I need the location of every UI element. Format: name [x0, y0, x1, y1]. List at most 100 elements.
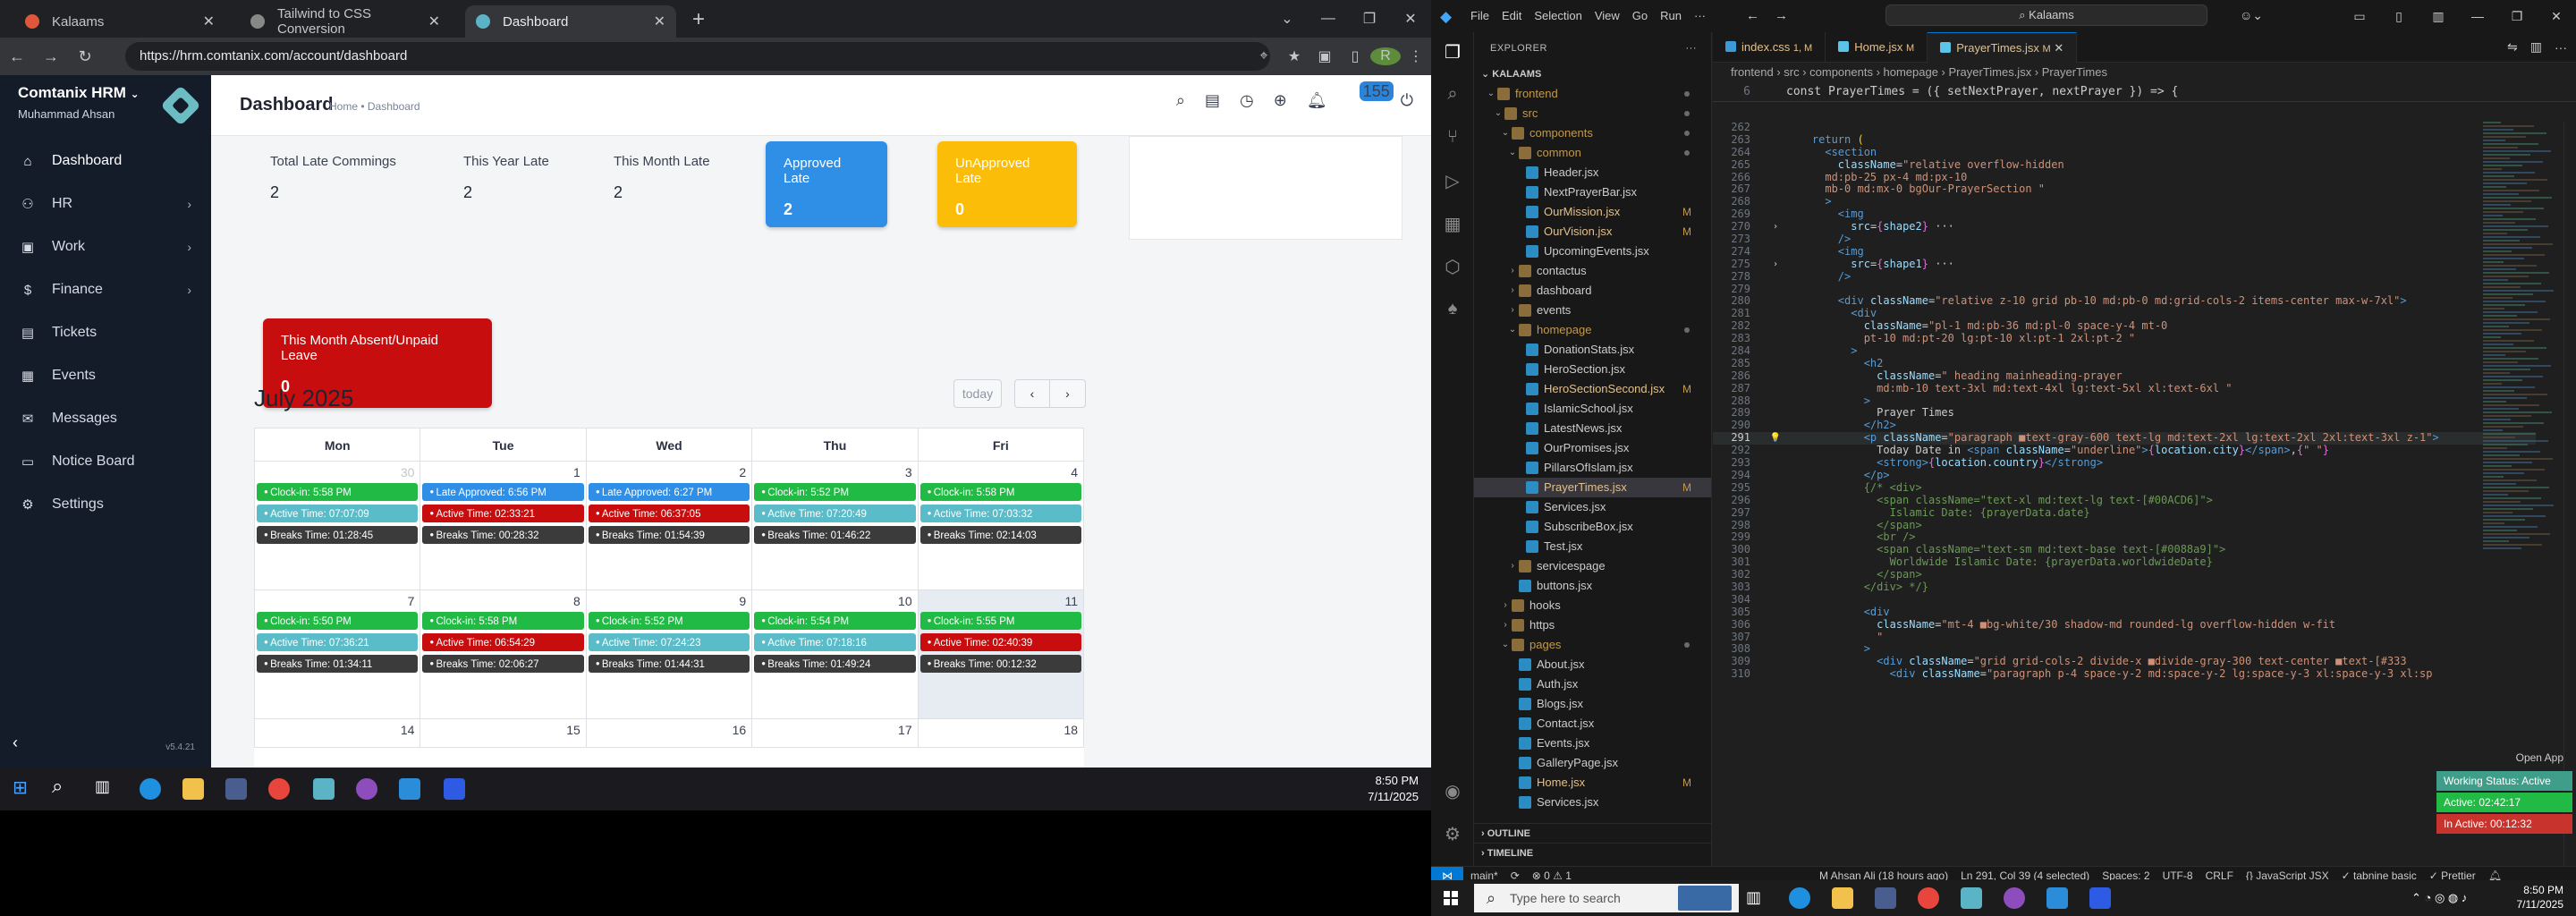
unapproved-late-card[interactable]: UnApproved Late 0 — [937, 141, 1077, 227]
open-app-link[interactable]: Open App — [2516, 751, 2563, 764]
code-line[interactable]: 269 <img — [1713, 208, 2536, 221]
close-window-icon[interactable]: ✕ — [1390, 10, 1431, 28]
sidebar-item-dashboard[interactable]: ⌂ Dashboard — [0, 140, 211, 182]
calendar-day-cell[interactable]: 4Clock-in: 5:58 PM Active Time: 07:03:32 B… — [919, 462, 1085, 589]
calendar-event[interactable]: Clock-in: 5:52 PM — [588, 612, 750, 630]
calendar-event[interactable]: Clock-in: 5:58 PM — [257, 483, 419, 501]
close-window-icon[interactable]: ✕ — [2537, 9, 2576, 24]
calendar-day-cell[interactable]: 30Clock-in: 5:58 PM Active Time: 07:07:09… — [255, 462, 421, 589]
restore-icon[interactable]: ❐ — [1349, 10, 1390, 28]
store-icon[interactable] — [1875, 887, 1896, 909]
collapse-sidebar-icon[interactable]: ‹ — [13, 734, 18, 752]
editor-tab-index-css[interactable]: index.css 1, M — [1713, 32, 1826, 63]
notification-bell-icon[interactable]: 🔔︎ 155 — [1307, 81, 1394, 110]
code-line[interactable]: 267 mb-0 md:mx-0 bgOur-PrayerSection " — [1713, 183, 2536, 196]
profile-avatar[interactable]: R — [1370, 47, 1401, 65]
sidebar-item-messages[interactable]: ✉ Messages — [0, 397, 211, 440]
timeline-section[interactable]: › TIMELINE — [1474, 843, 1712, 862]
copilot-icon[interactable]: ☺⌄ — [2240, 8, 2263, 23]
fold-chevron-icon[interactable]: › — [1765, 259, 1786, 271]
calendar-event[interactable]: Late Approved: 6:27 PM — [588, 483, 750, 501]
code-line[interactable]: 286 className=" heading mainheading-pray… — [1713, 369, 2536, 383]
code-line[interactable]: 294 </p> — [1713, 469, 2536, 482]
day-number[interactable]: 1 — [422, 465, 583, 483]
settings-gear-icon[interactable]: ⚙ — [1442, 823, 1463, 844]
day-number[interactable]: 11 — [920, 594, 1081, 612]
calendar-event[interactable]: Active Time: 02:40:39 — [919, 633, 1082, 651]
extension-icon[interactable]: ▣ — [1309, 47, 1340, 65]
code-line[interactable]: 275 › src={shape1} ··· — [1713, 258, 2536, 271]
menu-edit[interactable]: Edit — [1502, 9, 1521, 22]
search-icon[interactable]: ⌕ — [1176, 91, 1185, 110]
folder-item[interactable]: ⌄ src — [1474, 104, 1711, 123]
edge-icon[interactable] — [140, 778, 161, 800]
close-icon[interactable]: ✕ — [428, 13, 440, 30]
taskbar-clock[interactable]: 8:50 PM 7/11/2025 — [1368, 773, 1419, 805]
code-line[interactable]: 308 > — [1713, 642, 2536, 656]
sidebar-item-work[interactable]: ▣ Work › — [0, 225, 211, 268]
task-view-icon[interactable]: ▥ — [95, 777, 116, 799]
calendar-event[interactable]: Clock-in: 5:54 PM — [754, 612, 916, 630]
layout-icon[interactable]: ▥ — [2419, 9, 2458, 24]
calendar-event[interactable]: Breaks Time: 01:46:22 — [754, 526, 916, 544]
account-icon[interactable]: ◉ — [1442, 780, 1463, 802]
calendar-event[interactable]: Active Time: 07:07:09 — [257, 505, 419, 522]
sidebar-item-hr[interactable]: ⚇ HR › — [0, 182, 211, 225]
calendar-day-cell[interactable]: 15 — [420, 719, 587, 747]
calendar-event[interactable]: Active Time: 07:20:49 — [754, 505, 916, 522]
code-line[interactable]: 295 {/* <div> — [1713, 481, 2536, 495]
calendar-event[interactable]: Late Approved: 6:56 PM — [422, 483, 584, 501]
reload-icon[interactable]: ↻ — [68, 47, 102, 66]
search-icon[interactable]: ⌕ — [52, 775, 73, 797]
editor-tab-home-jsx[interactable]: Home.jsx M — [1826, 32, 1928, 63]
code-line[interactable]: 273 /> — [1713, 233, 2536, 246]
bookmark-star-icon[interactable]: ★ — [1279, 47, 1309, 65]
folder-item[interactable]: ⌄ frontend — [1474, 84, 1711, 104]
day-number[interactable]: 3 — [754, 465, 915, 483]
sidebar-item-events[interactable]: ▦ Events — [0, 354, 211, 397]
file-item[interactable]: PrayerTimes.jsx M — [1474, 478, 1711, 497]
code-line[interactable]: 291 💡 <p className="paragraph ■text-gray-… — [1713, 431, 2536, 445]
file-item[interactable]: Header.jsx — [1474, 163, 1711, 182]
calendar-event[interactable]: Active Time: 07:36:21 — [257, 633, 419, 651]
calendar-event[interactable]: Breaks Time: 01:54:39 — [588, 526, 750, 544]
calendar-day-cell[interactable]: 10Clock-in: 5:54 PM Active Time: 07:18:16… — [752, 590, 919, 718]
mongodb-icon[interactable]: ♠ — [1442, 299, 1463, 320]
code-line[interactable]: 279 — [1713, 283, 2536, 296]
vertical-scrollbar[interactable] — [2563, 122, 2576, 866]
location-icon[interactable]: ⌖ — [1249, 48, 1279, 64]
new-tab-icon[interactable]: + — [692, 7, 705, 32]
code-line[interactable]: 282 className="pl-1 md:pb-36 md:pl-0 spa… — [1713, 319, 2536, 333]
code-line[interactable]: 268 > — [1713, 195, 2536, 208]
code-line[interactable]: 303 </div> */} — [1713, 581, 2536, 594]
file-item[interactable]: NextPrayerBar.jsx — [1474, 182, 1711, 202]
code-line[interactable]: 278 /> — [1713, 270, 2536, 284]
day-number[interactable]: 14 — [257, 723, 418, 741]
close-icon[interactable]: ✕ — [203, 13, 215, 30]
calendar-day-cell[interactable]: 11Clock-in: 5:55 PM Active Time: 02:40:39… — [918, 590, 1085, 718]
code-line[interactable]: 290 </h2> — [1713, 419, 2536, 432]
day-number[interactable]: 17 — [754, 723, 915, 741]
file-item[interactable]: DonationStats.jsx — [1474, 340, 1711, 360]
file-item[interactable]: Events.jsx — [1474, 734, 1711, 753]
code-line[interactable]: 298 </span> — [1713, 519, 2536, 532]
code-line[interactable]: 296 <span className="text-xl md:text-lg … — [1713, 494, 2536, 507]
calendar-event[interactable]: Breaks Time: 01:34:11 — [257, 655, 419, 673]
day-number[interactable]: 9 — [589, 594, 750, 612]
code-line[interactable]: 297 Islamic Date: {prayerData.date} — [1713, 506, 2536, 520]
sticky-notes-icon[interactable]: ▤ — [1205, 91, 1220, 110]
calendar-event[interactable]: Active Time: 07:18:16 — [754, 633, 916, 651]
code-line[interactable]: 302 </span> — [1713, 568, 2536, 581]
github-desktop-icon[interactable] — [356, 778, 377, 800]
code-line[interactable]: 280 <div className="relative z-10 grid p… — [1713, 295, 2536, 308]
calendar-day-cell[interactable]: 1Late Approved: 6:56 PM Active Time: 02:3… — [420, 462, 587, 589]
browser-tab-dashboard[interactable]: Dashboard ✕ — [465, 5, 676, 38]
calendar-event[interactable]: Clock-in: 5:55 PM — [919, 612, 1082, 630]
code-line[interactable]: 265 className="relative overflow-hidden — [1713, 158, 2536, 172]
file-item[interactable]: Services.jsx — [1474, 497, 1711, 517]
code-line[interactable]: 310 <div className="paragraph p-4 space-… — [1713, 667, 2536, 681]
calendar-event[interactable]: Breaks Time: 02:06:27 — [422, 655, 584, 673]
forward-icon[interactable]: → — [1775, 8, 1788, 23]
fold-chevron-icon[interactable]: 💡 — [1765, 432, 1786, 445]
forward-icon[interactable]: → — [34, 47, 68, 66]
